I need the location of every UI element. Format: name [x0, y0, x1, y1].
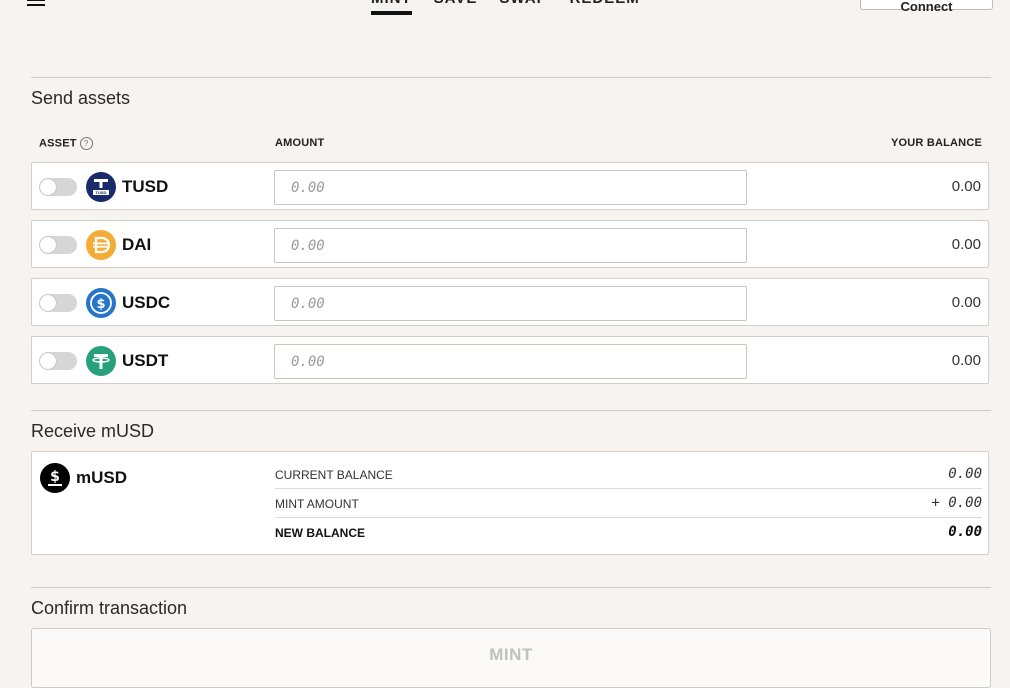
toggle-knob [40, 353, 56, 369]
svg-text:TUSD: TUSD [96, 190, 107, 195]
asset-symbol: TUSD [122, 177, 169, 196]
amount-input-tusd[interactable] [274, 170, 747, 205]
asset-toggle[interactable] [39, 236, 77, 254]
mint-amount-row: MINT AMOUNT + 0.00 [275, 488, 982, 518]
receive-section-title: Receive mUSD [31, 421, 155, 441]
dai-icon [86, 230, 116, 260]
asset-column-label: ASSET [39, 137, 77, 150]
tab-save[interactable]: SAVE [434, 0, 478, 15]
tab-redeem[interactable]: REDEEM [570, 0, 640, 15]
new-balance-value: 0.00 [948, 524, 982, 540]
new-balance-row: NEW BALANCE 0.00 [275, 517, 982, 546]
amount-input-usdt[interactable] [274, 344, 747, 379]
help-icon[interactable]: ? [79, 137, 93, 150]
confirm-section-title: Confirm transaction [31, 598, 188, 618]
current-balance-value: 0.00 [948, 466, 982, 482]
amount-input-dai[interactable] [274, 228, 747, 263]
section-divider [31, 587, 991, 588]
mint-button[interactable]: MINT [31, 628, 991, 688]
tusd-icon: TUSD [86, 172, 116, 202]
new-balance-label: NEW BALANCE [275, 526, 365, 540]
current-balance-label: CURRENT BALANCE [275, 468, 393, 482]
connect-button[interactable]: Connect [860, 0, 993, 14]
svg-text:$: $ [50, 469, 60, 485]
amount-column-header: AMOUNT [275, 137, 325, 149]
tab-swap[interactable]: SWAP [499, 0, 547, 15]
tab-mint[interactable]: MINT [371, 0, 412, 15]
balance-column-header: YOUR BALANCE [890, 137, 982, 149]
asset-symbol: USDT [122, 351, 169, 370]
asset-row-tusd: TUSD TUSD 0.00 [31, 162, 989, 210]
send-section-title: Send assets [31, 88, 131, 108]
usdt-icon [86, 346, 116, 376]
asset-balance: 0.00 [951, 236, 981, 253]
receive-panel: $ mUSD CURRENT BALANCE 0.00 MINT AMOUNT … [31, 451, 989, 555]
toggle-knob [40, 179, 56, 195]
asset-balance: 0.00 [951, 178, 981, 195]
toggle-knob [40, 295, 56, 311]
amount-input-usdc[interactable] [274, 286, 747, 321]
asset-toggle[interactable] [39, 178, 77, 196]
asset-balance: 0.00 [951, 294, 981, 311]
asset-column-header: ASSET? [39, 137, 93, 150]
asset-symbol: USDC [122, 293, 171, 312]
asset-row-dai: DAI 0.00 [31, 220, 989, 268]
mint-amount-label: MINT AMOUNT [275, 497, 359, 511]
menu-icon[interactable] [27, 0, 45, 6]
mint-amount-value: + 0.00 [931, 495, 982, 511]
asset-balance: 0.00 [951, 352, 981, 369]
asset-row-usdc: $ USDC 0.00 [31, 278, 989, 326]
current-balance-row: CURRENT BALANCE 0.00 [275, 459, 982, 489]
asset-toggle[interactable] [39, 294, 77, 312]
main-nav: MINT SAVE SWAP REDEEM [371, 0, 640, 15]
asset-toggle[interactable] [39, 352, 77, 370]
asset-row-usdt: USDT 0.00 [31, 336, 989, 384]
svg-text:$: $ [96, 297, 105, 312]
section-divider [31, 410, 991, 411]
receive-token-symbol: mUSD [76, 468, 128, 487]
section-divider [31, 77, 991, 78]
usdc-icon: $ [86, 288, 116, 318]
musd-icon: $ [40, 463, 70, 493]
toggle-knob [40, 237, 56, 253]
asset-symbol: DAI [122, 235, 152, 254]
